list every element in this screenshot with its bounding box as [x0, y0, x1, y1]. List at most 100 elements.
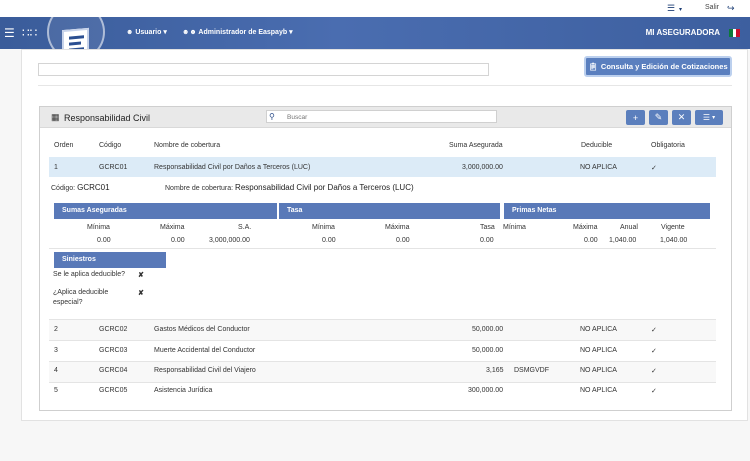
- utility-bar: ☰ ▾ Salir ↪: [0, 0, 750, 17]
- row-suma: 3,165: [486, 367, 504, 374]
- row-orden: 1: [54, 164, 58, 171]
- user-menu-label: Usuario: [135, 29, 162, 36]
- detail-nombre-label: Nombre de cobertura:: [165, 185, 234, 192]
- detail-codigo: Código: GCRC01: [51, 183, 110, 192]
- close-icon: ✕: [677, 112, 686, 122]
- row-nombre: Muerte Accidental del Conductor: [154, 347, 256, 354]
- apps-grid-icon[interactable]: ∷∷: [22, 26, 37, 40]
- main-content: 📋︎ Consulta y Edición de Cotizaciones ▦ …: [21, 49, 748, 421]
- especial-answer-icon: ✘: [138, 290, 144, 297]
- top-nav-bar: ☰ ∷∷ ☻ Usuario ▾ ☻☻ Administrador de Eas…: [0, 3, 750, 61]
- top-text-field[interactable]: [38, 63, 489, 76]
- divider: [38, 85, 732, 86]
- detail-codigo-value: GCRC01: [77, 183, 110, 192]
- logout-icon[interactable]: ↪: [727, 3, 735, 14]
- search-box[interactable]: ⚲: [266, 110, 497, 123]
- row-nombre: Asistencia Jurídica: [154, 387, 213, 394]
- primas-minima-label: Mínima: [503, 224, 526, 231]
- primas-anual: 1,040.00: [609, 237, 637, 244]
- row-deducible: NO APLICA: [580, 387, 617, 394]
- primas-netas-header: Primas Netas: [504, 203, 710, 219]
- primas-vigente: 1,040.00: [660, 237, 688, 244]
- col-deducible: Deducible: [581, 142, 613, 149]
- divider: [49, 248, 716, 249]
- row-codigo: GCRC01: [99, 164, 128, 171]
- tasa-maxima-label: Máxima: [385, 224, 410, 231]
- sumas-minima-label: Mínima: [87, 224, 110, 231]
- brand-name: MI ASEGURADORA: [645, 28, 720, 37]
- admin-menu-label: Administrador de Easpayb: [198, 29, 288, 36]
- hamburger-menu-icon[interactable]: ☰: [4, 26, 15, 40]
- chevron-down-icon: ▾: [163, 29, 167, 36]
- tasa-tasa: 0.00: [480, 237, 494, 244]
- mexico-flag-icon[interactable]: [729, 29, 741, 37]
- list-icon: ☰: [702, 113, 711, 122]
- deducible-answer-icon: ✘: [138, 272, 144, 279]
- pencil-icon: ✎: [654, 112, 663, 122]
- col-nombre: Nombre de cobertura: [154, 142, 221, 149]
- primas-maxima: 0.00: [584, 237, 598, 244]
- list-options-button[interactable]: ☰ ▾: [695, 110, 723, 125]
- notification-icon[interactable]: ☰: [667, 3, 675, 14]
- sumas-aseguradas-header: Sumas Aseguradas: [54, 203, 277, 219]
- especial-question-line2: especial?: [53, 299, 83, 306]
- col-obligatoria: Obligatoria: [651, 142, 685, 149]
- row-codigo: GCRC02: [99, 326, 128, 333]
- primas-anual-label: Anual: [620, 224, 638, 231]
- detail-nombre-value: Responsabilidad Civil por Daños a Tercer…: [235, 183, 414, 192]
- edit-button[interactable]: ✎: [649, 110, 668, 125]
- plus-icon: +: [632, 112, 639, 123]
- row-deducible: NO APLICA: [580, 326, 617, 333]
- row-suma-unit: DSMGVDF: [514, 367, 549, 374]
- siniestros-header: Siniestros: [54, 252, 166, 268]
- col-codigo: Código: [99, 142, 122, 149]
- user-menu[interactable]: ☻ Usuario ▾: [126, 28, 167, 36]
- logout-link[interactable]: Salir: [705, 4, 719, 11]
- user-icon: ☻: [126, 29, 134, 36]
- row-obligatoria-check: ✓: [651, 327, 657, 334]
- add-button[interactable]: +: [626, 110, 645, 125]
- consult-edit-quotes-button[interactable]: 📋︎ Consulta y Edición de Cotizaciones: [584, 56, 732, 77]
- row-suma: 50,000.00: [472, 326, 504, 333]
- sumas-maxima: 0.00: [171, 237, 185, 244]
- cubes-icon: ▦: [51, 112, 60, 122]
- row-suma: 50,000.00: [472, 347, 504, 354]
- panel-header: ▦ Responsabilidad Civil ⚲ + ✎ ✕ ☰ ▾: [40, 107, 731, 128]
- deducible-question: Se le aplica deducible?: [53, 271, 125, 278]
- consult-edit-quotes-label: Consulta y Edición de Cotizaciones: [600, 62, 728, 71]
- tasa-minima-label: Mínima: [312, 224, 335, 231]
- row-suma: 300,000.00: [468, 387, 504, 394]
- sumas-maxima-label: Máxima: [160, 224, 185, 231]
- row-codigo: GCRC03: [99, 347, 128, 354]
- row-codigo: GCRC05: [99, 387, 128, 394]
- row-orden: 3: [54, 347, 58, 354]
- row-nombre: Gastos Médicos del Conductor: [154, 326, 250, 333]
- row-obligatoria-check: ✓: [651, 388, 657, 395]
- row-nombre: Responsabilidad Civil por Daños a Tercer…: [154, 164, 311, 171]
- detail-nombre: Nombre de cobertura: Responsabilidad Civ…: [165, 183, 414, 192]
- primas-maxima-label: Máxima: [573, 224, 598, 231]
- row-codigo: GCRC04: [99, 367, 128, 374]
- admin-menu[interactable]: ☻☻ Administrador de Easpayb ▾: [182, 28, 293, 36]
- row-orden: 4: [54, 367, 58, 374]
- row-nombre: Responsabilidad Civil del Viajero: [154, 367, 256, 374]
- col-suma: Suma Asegurada: [449, 142, 503, 149]
- users-group-icon: ☻☻: [182, 29, 197, 36]
- tasa-maxima: 0.00: [396, 237, 410, 244]
- detail-codigo-label: Código:: [51, 185, 76, 192]
- panel-title: Responsabilidad Civil: [64, 113, 151, 123]
- tasa-header: Tasa: [279, 203, 500, 219]
- primas-vigente-label: Vigente: [661, 224, 685, 231]
- row-obligatoria-check: ✓: [651, 348, 657, 355]
- tasa-minima: 0.00: [322, 237, 336, 244]
- especial-question-line1: ¿Aplica deducible: [53, 289, 109, 296]
- clipboard-icon: 📋︎: [588, 62, 598, 71]
- coverage-panel: ▦ Responsabilidad Civil ⚲ + ✎ ✕ ☰ ▾ Orde…: [39, 106, 732, 411]
- chevron-down-icon[interactable]: ▾: [679, 6, 682, 13]
- row-suma: 3,000,000.00: [462, 164, 503, 171]
- row-orden: 2: [54, 326, 58, 333]
- search-input[interactable]: [287, 112, 487, 122]
- search-icon: ⚲: [269, 112, 275, 121]
- col-orden: Orden: [54, 142, 74, 149]
- delete-button[interactable]: ✕: [672, 110, 691, 125]
